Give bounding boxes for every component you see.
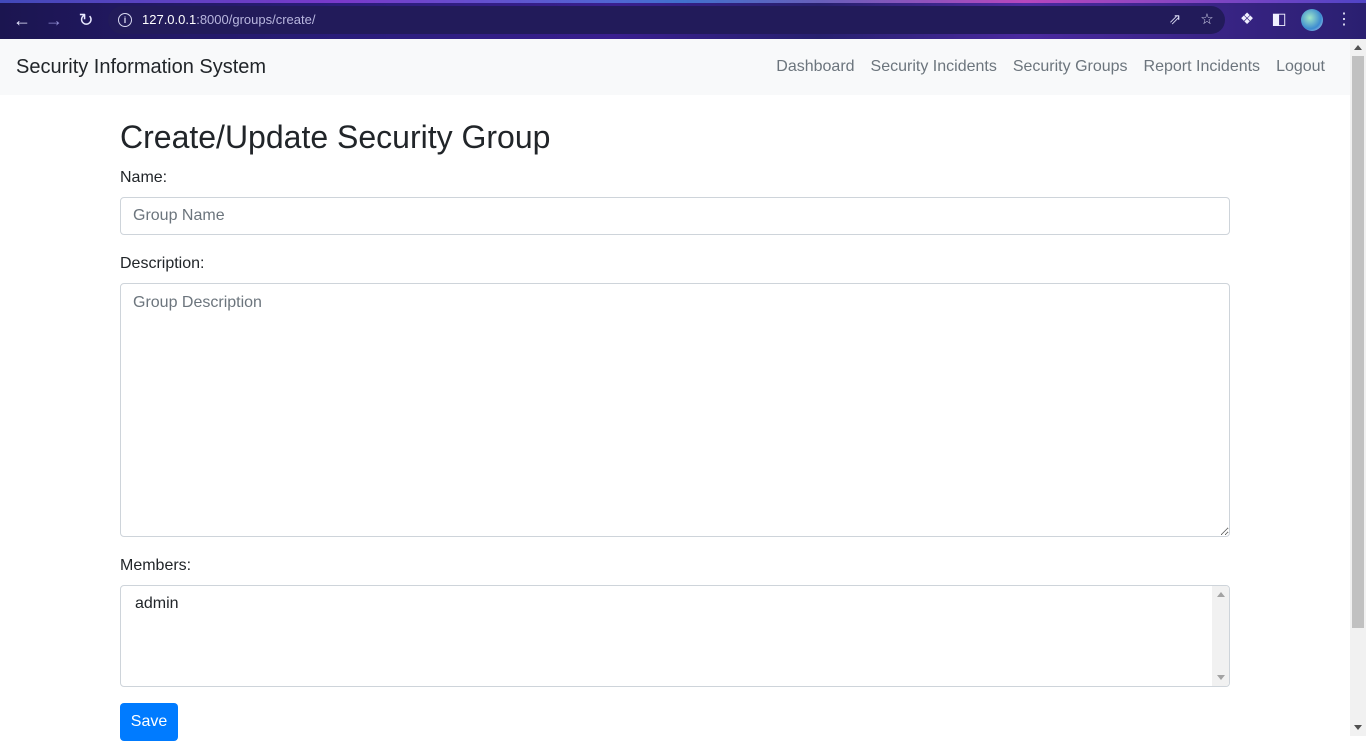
site-navbar: Security Information System Dashboard Se…	[0, 39, 1350, 95]
address-bar[interactable]: i 127.0.0.1:8000/groups/create/ ⇗ ☆	[108, 6, 1225, 34]
url-path: :8000/groups/create/	[196, 12, 316, 27]
bookmark-star-icon[interactable]: ☆	[1198, 11, 1216, 29]
browser-accent	[0, 0, 1366, 3]
browser-menu-icon[interactable]: ⋮	[1333, 9, 1355, 31]
save-button[interactable]: Save	[120, 703, 178, 741]
scroll-up-arrow-icon[interactable]	[1354, 45, 1362, 50]
side-panel-icon[interactable]: ◧	[1268, 9, 1290, 31]
nav-link-security-incidents[interactable]: Security Incidents	[871, 58, 997, 76]
nav-link-logout[interactable]: Logout	[1276, 58, 1325, 76]
members-scroll-up-icon[interactable]	[1217, 592, 1225, 597]
nav-link-security-groups[interactable]: Security Groups	[1013, 58, 1128, 76]
nav-link-dashboard[interactable]: Dashboard	[776, 58, 854, 76]
members-scrollbar[interactable]	[1212, 586, 1229, 686]
browser-toolbar: ← → ↻ i 127.0.0.1:8000/groups/create/ ⇗ …	[0, 0, 1366, 39]
members-scroll-down-icon[interactable]	[1217, 675, 1225, 680]
scroll-down-arrow-icon[interactable]	[1354, 725, 1362, 730]
url-host: 127.0.0.1	[142, 12, 197, 27]
share-icon[interactable]: ⇗	[1166, 11, 1184, 29]
profile-avatar[interactable]	[1301, 9, 1323, 31]
reload-icon[interactable]: ↻	[75, 9, 97, 31]
group-name-input[interactable]	[120, 197, 1230, 235]
page-title: Create/Update Security Group	[120, 119, 551, 155]
member-option-admin[interactable]: admin	[135, 595, 179, 613]
page-scrollbar[interactable]	[1350, 39, 1366, 736]
nav-link-report-incidents[interactable]: Report Incidents	[1144, 58, 1261, 76]
back-arrow-icon[interactable]: ←	[11, 9, 33, 31]
extensions-puzzle-icon[interactable]: ❖	[1236, 9, 1258, 31]
group-description-textarea[interactable]	[120, 283, 1230, 537]
members-label: Members:	[120, 557, 192, 574]
nav-links: Dashboard Security Incidents Security Gr…	[776, 58, 1325, 76]
site-info-icon[interactable]: i	[118, 13, 132, 27]
url-text[interactable]: 127.0.0.1:8000/groups/create/	[142, 12, 315, 27]
forward-arrow-icon[interactable]: →	[43, 9, 65, 31]
members-multiselect[interactable]: admin	[120, 585, 1230, 687]
name-label: Name:	[120, 169, 168, 186]
description-label: Description:	[120, 255, 205, 272]
scroll-thumb[interactable]	[1352, 56, 1364, 628]
navbar-brand[interactable]: Security Information System	[16, 56, 266, 79]
